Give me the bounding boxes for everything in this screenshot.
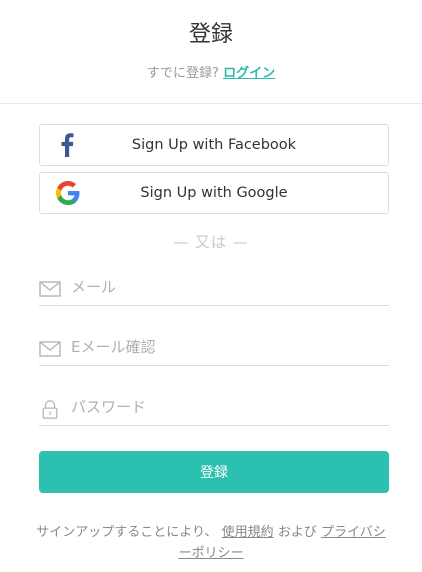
page-title: 登録 [188, 22, 233, 47]
terms-of-use-link[interactable]: 使用規約 [222, 525, 274, 540]
google-signup-label: Sign Up with Google [140, 185, 288, 201]
password-field [39, 386, 389, 426]
or-separator: — 又は — [173, 233, 249, 251]
register-submit-button[interactable]: 登録 [39, 451, 389, 493]
password-input[interactable] [71, 392, 381, 422]
facebook-signup-button[interactable]: Sign Up with Facebook [39, 124, 389, 166]
and-text: および [277, 525, 317, 540]
lock-icon [42, 400, 58, 419]
facebook-signup-label: Sign Up with Facebook [131, 137, 297, 153]
email-confirm-field [39, 326, 389, 366]
terms-notice: サインアップすることにより、 使用規約 および プライバシーポリシー [30, 522, 392, 564]
login-prompt: すでに登録? ログイン [0, 62, 422, 81]
google-signup-button[interactable]: Sign Up with Google [39, 172, 389, 214]
already-registered-text: すでに登録? [146, 66, 219, 81]
email-input[interactable] [71, 272, 381, 302]
header-divider [0, 103, 422, 104]
email-field [39, 266, 389, 306]
envelope-icon [39, 341, 61, 357]
email-confirm-input[interactable] [71, 332, 381, 362]
envelope-icon [39, 281, 61, 297]
terms-prefix-text: サインアップすることにより、 [36, 525, 218, 540]
login-link[interactable]: ログイン [223, 66, 275, 81]
